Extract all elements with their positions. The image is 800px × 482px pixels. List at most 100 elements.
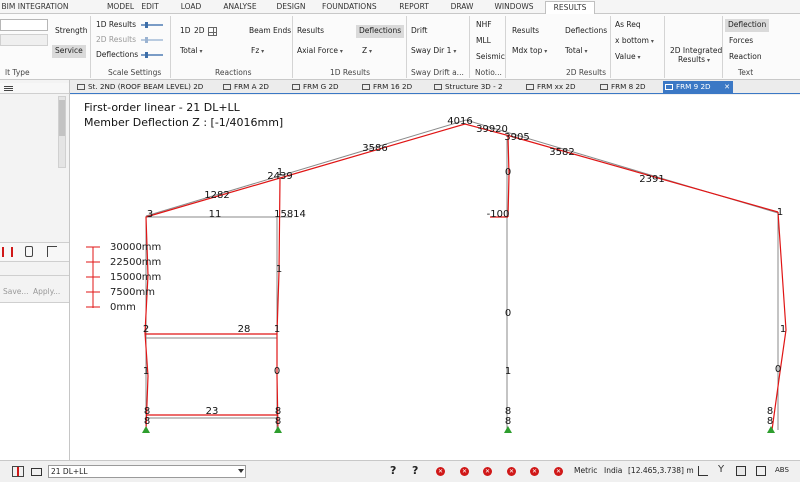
reactions-grid-icon[interactable] — [208, 27, 217, 36]
doc-tab-label: FRM 16 2D — [373, 82, 413, 91]
error-icon-5[interactable]: ✕ — [530, 467, 539, 476]
separator — [292, 16, 293, 78]
menu-tab-windows[interactable]: WINDOWS — [494, 1, 534, 14]
scale-2d-slider[interactable] — [141, 37, 163, 43]
reactions-fz-dropdown[interactable]: Fz — [251, 45, 289, 58]
doc-tab-label: Structure 3D - 2 — [445, 82, 503, 91]
doc-tab-1[interactable]: FRM A 2D — [221, 81, 281, 94]
snap-y-icon[interactable]: Y — [718, 464, 724, 475]
frame-view-icon — [77, 84, 85, 90]
scale-deflection-slider[interactable] — [141, 52, 163, 58]
frame-view-icon — [665, 84, 673, 90]
text-reaction-toggle[interactable]: Reaction — [729, 51, 762, 64]
grid-snap-icon[interactable] — [12, 466, 24, 477]
2d-mdx-top-dropdown[interactable]: Mdx top — [512, 45, 560, 58]
value-dropdown[interactable]: Value — [615, 51, 660, 64]
menu-tab-draw[interactable]: DRAW — [448, 1, 476, 14]
1d-axial-force-dropdown[interactable]: Axial Force — [297, 45, 343, 58]
frame-view-icon — [292, 84, 300, 90]
legend-label-5: 0mm — [110, 302, 136, 313]
error-icon-4[interactable]: ✕ — [507, 467, 516, 476]
deflection-title: Member Deflection Z : [-1/4016mm] — [84, 116, 284, 129]
axes-icon[interactable] — [698, 466, 708, 476]
frame-view-icon — [434, 84, 442, 90]
x-bottom-dropdown[interactable]: x bottom — [615, 35, 654, 48]
doc-tab-0[interactable]: St. 2ND (ROOF BEAM LEVEL) 2D — [75, 81, 215, 94]
2d-deflections-toggle[interactable]: Deflections — [565, 25, 607, 38]
panel-header-2 — [0, 265, 69, 276]
help-icon-1[interactable]: ? — [390, 464, 396, 477]
red-grid-icon[interactable] — [2, 247, 13, 257]
1d-results-group-label: 1D Results — [330, 68, 371, 77]
doc-tab-4[interactable]: Structure 3D - 2 — [432, 81, 510, 94]
scale-deflections: Deflections — [96, 50, 139, 59]
analysis-combo-box[interactable] — [0, 19, 48, 31]
nhf-toggle[interactable]: NHF — [476, 19, 492, 32]
as-req-toggle[interactable]: As Req — [615, 19, 641, 32]
menu-tab-bim-integration[interactable]: BIM INTEGRATION — [0, 1, 70, 14]
menu-tab-model[interactable]: MODEL — [103, 1, 138, 14]
text-deflection-toggle[interactable]: Deflection — [725, 19, 770, 32]
1d-results-toggle[interactable]: Results — [297, 25, 324, 38]
load-combination-value: 21 DL+LL — [51, 467, 88, 476]
save-button[interactable]: Save... — [3, 287, 29, 296]
unit-system[interactable]: Metric — [574, 466, 597, 475]
apply-button[interactable]: Apply... — [33, 287, 60, 296]
doc-tab-5[interactable]: FRM xx 2D — [524, 81, 588, 94]
menu-tab-report[interactable]: REPORT — [396, 1, 432, 14]
mail-icon[interactable] — [31, 468, 42, 476]
error-icon-2[interactable]: ✕ — [460, 467, 469, 476]
mll-toggle[interactable]: MLL — [476, 35, 491, 48]
sway-direction-dropdown[interactable]: Sway Dir 1 — [411, 45, 456, 58]
menu-tab-edit[interactable]: EDIT — [138, 1, 162, 14]
error-icon-3[interactable]: ✕ — [483, 467, 492, 476]
region-code[interactable]: India — [604, 466, 622, 475]
beam-ends-button[interactable]: Beam Ends — [249, 25, 291, 38]
strength-button[interactable]: Strength — [55, 25, 87, 38]
service-button[interactable]: Service — [52, 45, 86, 58]
abs-toggle[interactable]: ABS — [775, 466, 789, 474]
scale-1d-slider[interactable] — [141, 22, 163, 28]
reactions-2d-toggle[interactable]: 2D — [194, 25, 205, 38]
doc-tab-3[interactable]: FRM 16 2D — [360, 81, 424, 94]
filter-icon[interactable] — [47, 246, 57, 257]
error-icon-1[interactable]: ✕ — [436, 467, 445, 476]
separator — [505, 16, 506, 78]
error-icon-6[interactable]: ✕ — [554, 467, 563, 476]
doc-tab-label: St. 2ND (ROOF BEAM LEVEL) 2D — [88, 82, 204, 91]
menu-tab-results[interactable]: RESULTS — [545, 1, 595, 14]
doc-tab-7[interactable]: FRM 9 2D ✕ — [663, 81, 733, 94]
reactions-total-dropdown[interactable]: Total — [180, 45, 240, 58]
close-tab-icon[interactable]: ✕ — [724, 81, 730, 93]
separator — [610, 16, 611, 78]
drift-toggle[interactable]: Drift — [411, 25, 427, 38]
text-group-label: Text — [738, 68, 754, 77]
2d-integrated-results-label[interactable]: Results — [678, 54, 710, 67]
notional-group-label: Notio... — [475, 68, 502, 77]
menu-tab-load[interactable]: LOAD — [178, 1, 204, 14]
panel-scroll-thumb[interactable] — [59, 100, 65, 136]
filter-status-icon[interactable] — [736, 466, 746, 476]
doc-tab-2[interactable]: FRM G 2D — [290, 81, 352, 94]
legend-label-1: 30000mm — [110, 242, 162, 253]
doc-tab-label: FRM 8 2D — [611, 82, 646, 91]
text-forces-toggle[interactable]: Forces — [729, 35, 753, 48]
menu-tab-analyse[interactable]: ANALYSE — [220, 1, 260, 14]
1d-deflections-toggle[interactable]: Deflections — [356, 25, 405, 38]
2d-results-toggle[interactable]: Results — [512, 25, 539, 38]
combo-dropdown-arrow[interactable] — [238, 469, 244, 473]
reactions-1d-toggle[interactable]: 1D — [180, 25, 191, 38]
lock-icon[interactable] — [25, 246, 33, 257]
panel-menu-icon[interactable] — [4, 86, 13, 87]
drawing-canvas[interactable] — [70, 95, 800, 460]
help-icon-2[interactable]: ? — [412, 464, 418, 477]
menu-tab-design[interactable]: DESIGN — [274, 1, 308, 14]
seismic-toggle[interactable]: Seismic — [476, 51, 505, 64]
2d-total-dropdown[interactable]: Total — [565, 45, 607, 58]
scale-2d-results: 2D Results — [96, 35, 137, 44]
separator — [469, 16, 470, 78]
table-icon[interactable] — [756, 466, 766, 476]
doc-tab-6[interactable]: FRM 8 2D — [598, 81, 660, 94]
1d-deflection-z-dropdown[interactable]: Z — [362, 45, 400, 58]
menu-tab-foundations[interactable]: FOUNDATIONS — [322, 1, 377, 14]
